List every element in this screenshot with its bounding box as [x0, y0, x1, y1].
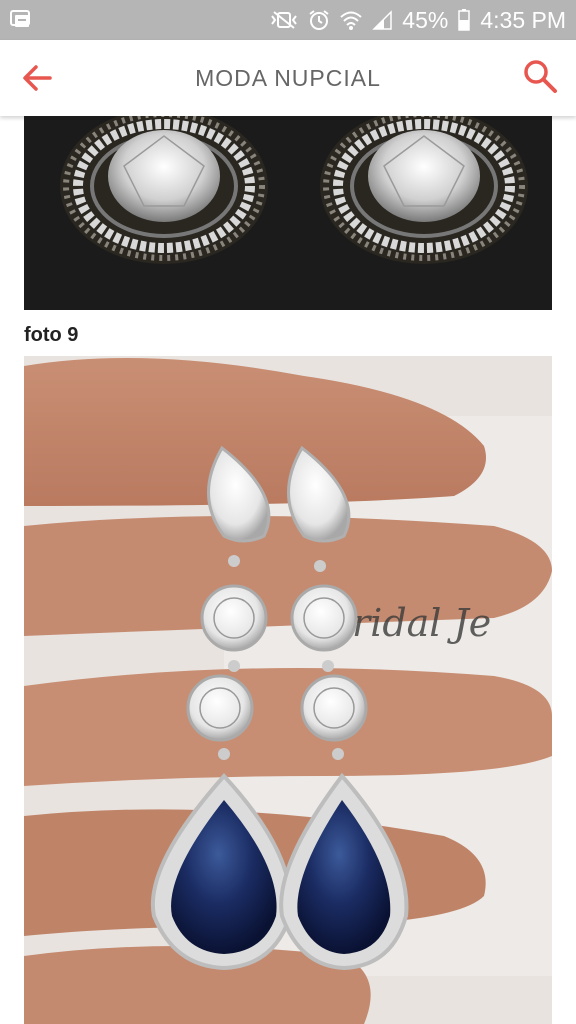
clock: 4:35 PM	[480, 6, 566, 33]
battery-percent: 45%	[402, 6, 449, 33]
photo-caption: foto 9	[24, 324, 79, 346]
photo-gallery: foto 9 ridal Je	[0, 116, 576, 1024]
signal-icon	[372, 10, 393, 30]
page-title: MODA NUPCIAL	[195, 65, 381, 91]
gallery-photo-9[interactable]: ridal Je	[24, 356, 552, 1024]
vibrate-icon	[270, 10, 298, 30]
search-button[interactable]	[520, 56, 560, 96]
photo-watermark: ridal Je	[352, 601, 491, 645]
gallery-photo-8[interactable]	[24, 116, 552, 310]
battery-icon	[458, 9, 471, 31]
notification-icon	[10, 9, 32, 29]
search-icon	[524, 60, 557, 93]
alarm-icon	[308, 9, 330, 31]
wifi-icon	[340, 9, 362, 31]
app-bar: MODA NUPCIAL	[0, 40, 576, 116]
status-bar: 45% 4:35 PM	[0, 0, 576, 40]
